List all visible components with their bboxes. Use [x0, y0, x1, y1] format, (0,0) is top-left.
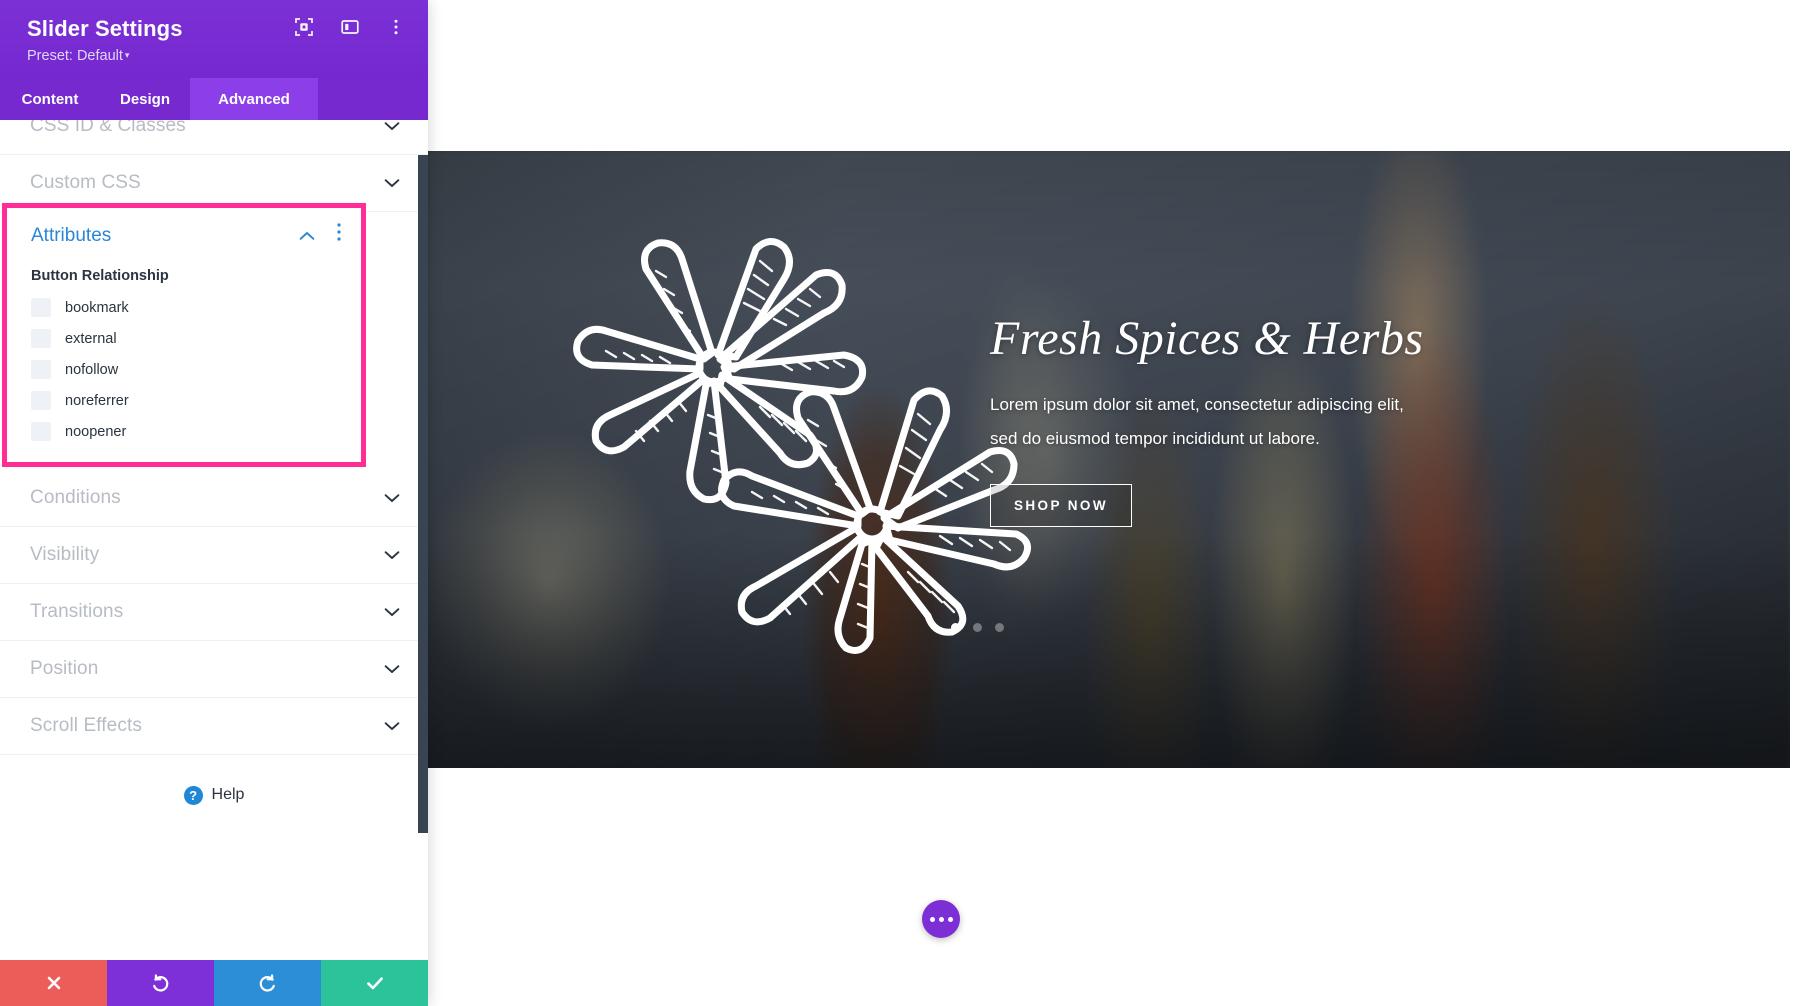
- checkbox-box[interactable]: [31, 422, 51, 441]
- section-label: Position: [30, 658, 99, 679]
- attributes-section: Attributes Button Relationship bookmark: [2, 203, 366, 467]
- chevron-down-icon: [384, 178, 400, 188]
- checkbox-bookmark[interactable]: bookmark: [7, 292, 361, 323]
- section-css-id-classes[interactable]: CSS ID & Classes: [0, 120, 428, 155]
- slider-dot-1[interactable]: [951, 623, 960, 632]
- tab-advanced[interactable]: Advanced: [190, 78, 318, 120]
- redo-icon: [259, 973, 275, 992]
- ellipsis-icon: [947, 916, 953, 922]
- section-conditions[interactable]: Conditions: [0, 470, 428, 527]
- preset-label: Preset: Default: [27, 48, 123, 64]
- close-icon: [47, 976, 60, 990]
- ellipsis-icon: [938, 916, 944, 922]
- editor-root: Slider Settings Preset: Default ▾ Conten…: [0, 0, 1800, 1006]
- help-link[interactable]: ? Help: [0, 771, 428, 819]
- section-label: Conditions: [30, 487, 121, 508]
- header-icon-group: [294, 17, 406, 37]
- shop-now-button[interactable]: SHOP NOW: [990, 484, 1132, 527]
- tab-content[interactable]: Content: [0, 78, 100, 120]
- checkbox-label: noopener: [65, 423, 127, 440]
- page-settings-fab[interactable]: [922, 900, 960, 938]
- redo-button[interactable]: [214, 960, 321, 1006]
- slide-content: Fresh Spices & Herbs Lorem ipsum dolor s…: [990, 311, 1610, 527]
- page-preview-canvas: Fresh Spices & Herbs Lorem ipsum dolor s…: [428, 0, 1800, 1006]
- undo-button[interactable]: [107, 960, 214, 1006]
- checkbox-box[interactable]: [31, 391, 51, 410]
- attributes-header[interactable]: Attributes: [7, 208, 361, 264]
- settings-tabs: Content Design Advanced: [0, 78, 428, 120]
- checkbox-label: bookmark: [65, 299, 129, 316]
- checkbox-external[interactable]: external: [7, 323, 361, 354]
- chevron-down-icon: ▾: [124, 50, 130, 60]
- save-button[interactable]: [321, 960, 428, 1006]
- section-position[interactable]: Position: [0, 641, 428, 698]
- chevron-down-icon: [384, 721, 400, 731]
- chevron-down-icon: [384, 664, 400, 674]
- checkbox-nofollow[interactable]: nofollow: [7, 354, 361, 385]
- slide-paragraph: Lorem ipsum dolor sit amet, consectetur …: [990, 395, 1404, 448]
- slider-module[interactable]: Fresh Spices & Herbs Lorem ipsum dolor s…: [428, 151, 1790, 768]
- question-mark-icon: ?: [183, 785, 203, 805]
- page-title: Slider Settings: [27, 16, 183, 41]
- attributes-title: Attributes: [31, 225, 112, 246]
- checkbox-label: nofollow: [65, 361, 119, 378]
- field-label-button-relationship: Button Relationship: [31, 268, 169, 284]
- button-relationship-checkbox-list: bookmark external nofollow noreferrer no…: [7, 292, 361, 447]
- cancel-button[interactable]: [0, 960, 107, 1006]
- section-label: Custom CSS: [30, 172, 141, 193]
- checkbox-box[interactable]: [31, 360, 51, 379]
- chevron-up-icon[interactable]: [299, 228, 315, 240]
- ellipsis-icon: [929, 916, 935, 922]
- more-vertical-icon[interactable]: [386, 17, 406, 37]
- section-label: Transitions: [30, 601, 124, 622]
- chevron-down-icon: [384, 121, 400, 131]
- section-transitions[interactable]: Transitions: [0, 584, 428, 641]
- sidebar-scrollbar-thumb[interactable]: [418, 155, 428, 833]
- check-icon: [366, 977, 383, 990]
- section-label: CSS ID & Classes: [30, 120, 186, 136]
- help-label: Help: [211, 786, 245, 803]
- settings-sidebar: Slider Settings Preset: Default ▾ Conten…: [0, 0, 428, 1006]
- sidebar-header: Slider Settings Preset: Default ▾: [0, 0, 428, 78]
- settings-scroll-body: CSS ID & Classes Custom CSS Attributes B…: [0, 120, 428, 834]
- checkbox-box[interactable]: [31, 329, 51, 348]
- more-vertical-icon[interactable]: [337, 222, 341, 242]
- section-visibility[interactable]: Visibility: [0, 527, 428, 584]
- slider-dot-3[interactable]: [995, 623, 1004, 632]
- checkbox-box[interactable]: [31, 298, 51, 317]
- checkbox-label: external: [65, 330, 117, 347]
- checkbox-noreferrer[interactable]: noreferrer: [7, 385, 361, 416]
- section-label: Scroll Effects: [30, 715, 142, 736]
- preset-selector[interactable]: Preset: Default ▾: [27, 48, 129, 64]
- checkbox-noopener[interactable]: noopener: [7, 416, 361, 447]
- section-scroll-effects[interactable]: Scroll Effects: [0, 698, 428, 755]
- undo-icon: [153, 973, 169, 992]
- chevron-down-icon: [384, 550, 400, 560]
- slide-heading: Fresh Spices & Herbs: [990, 312, 1424, 365]
- sidebar-action-bar: [0, 960, 428, 1006]
- tab-design[interactable]: Design: [100, 78, 190, 120]
- chevron-down-icon: [384, 493, 400, 503]
- slider-dot-2[interactable]: [973, 623, 982, 632]
- focus-target-icon[interactable]: [294, 17, 314, 37]
- section-label: Visibility: [30, 544, 100, 565]
- chevron-down-icon: [384, 607, 400, 617]
- panel-layout-icon[interactable]: [340, 17, 360, 37]
- slider-pagination-dots: [951, 623, 1004, 632]
- checkbox-label: noreferrer: [65, 392, 129, 409]
- tabs-filler: [318, 78, 428, 120]
